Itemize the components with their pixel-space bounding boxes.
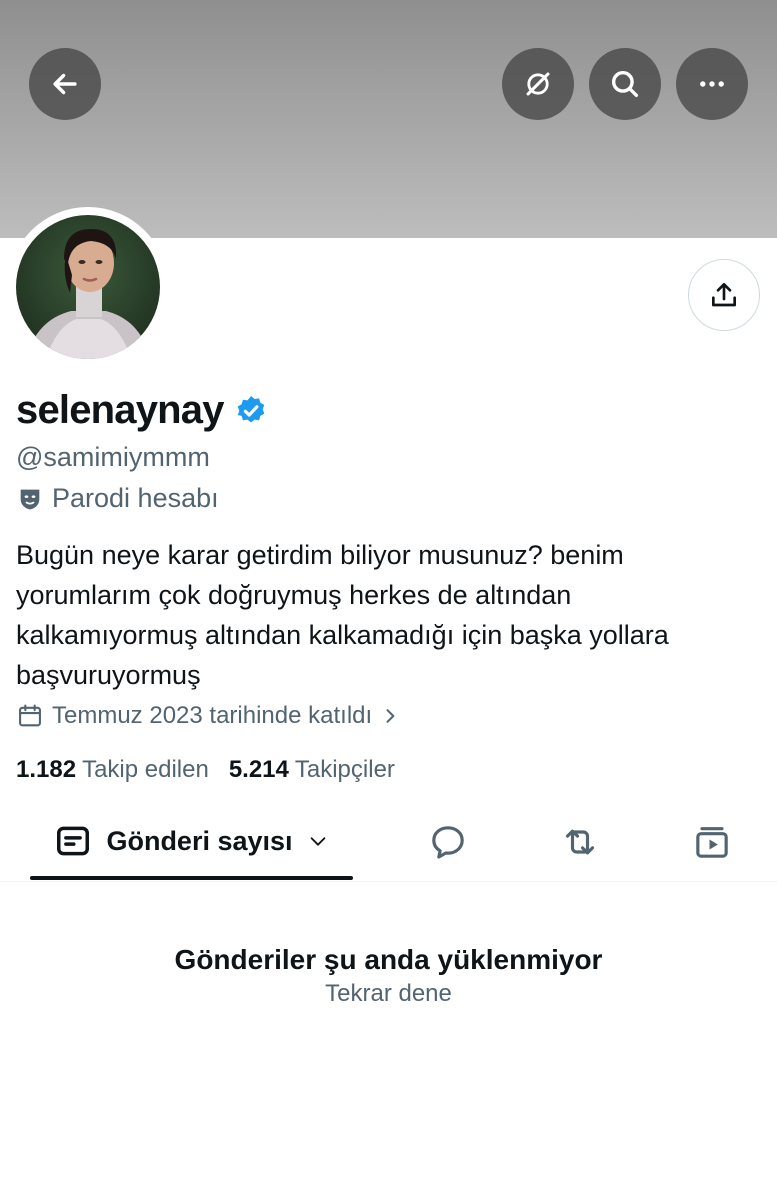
following-link[interactable]: 1.182 Takip edilen [16, 756, 209, 784]
parody-mask-icon [20, 489, 40, 509]
profile-photo [16, 215, 160, 359]
more-button[interactable] [676, 48, 748, 120]
followers-link[interactable]: 5.214 Takipçiler [229, 756, 395, 784]
active-tab-indicator [30, 876, 353, 880]
chevron-right-icon [386, 709, 395, 723]
profile-banner[interactable] [0, 0, 777, 238]
media-icon [696, 827, 728, 858]
join-date-text: Temmuz 2023 tarihinde katıldı [52, 702, 373, 729]
join-date[interactable]: Temmuz 2023 tarihinde katıldı [16, 702, 400, 730]
search-button[interactable] [589, 48, 661, 120]
retry-link[interactable]: Tekrar dene [0, 980, 777, 1008]
grok-icon [526, 72, 550, 96]
following-count: 1.182 [16, 756, 77, 783]
parody-label: Parodi hesabı [16, 483, 219, 514]
follow-stats: 1.182 Takip edilen 5.214 Takipçiler [16, 756, 395, 784]
followers-label: Takipçiler [294, 756, 395, 783]
posts-icon [57, 826, 90, 856]
name-row: selenaynay [16, 388, 268, 433]
search-icon [611, 70, 639, 98]
followers-count: 5.214 [228, 756, 289, 783]
verified-badge-icon[interactable] [234, 394, 268, 428]
following-label: Takip edilen [82, 756, 209, 783]
more-icon [700, 81, 724, 87]
profile-tabs: Gönderi sayısı [0, 800, 777, 882]
grok-button[interactable] [502, 48, 574, 120]
tab-posts[interactable]: Gönderi sayısı [30, 800, 353, 882]
tab-posts-label: Gönderi sayısı [106, 825, 293, 856]
username-handle: @samimiymmm [16, 442, 210, 472]
chevron-down-icon[interactable] [307, 830, 329, 852]
back-arrow-icon [53, 73, 77, 95]
share-button[interactable] [688, 259, 760, 331]
display-name: selenaynay [16, 388, 225, 432]
share-icon [712, 283, 736, 307]
tab-replies[interactable] [426, 820, 470, 864]
feed-error-title: Gönderiler şu anda yüklenmiyor [174, 944, 603, 975]
parody-text: Parodi hesabı [52, 483, 219, 513]
reposts-icon [565, 829, 595, 855]
calendar-icon [19, 704, 41, 727]
back-button[interactable] [29, 48, 101, 120]
replies-icon [432, 826, 464, 859]
profile-bio: Bugün neye karar getirdim biliyor musunu… [16, 540, 669, 690]
tab-reposts[interactable] [558, 820, 602, 864]
tab-media[interactable] [690, 820, 734, 864]
avatar[interactable] [8, 207, 168, 367]
